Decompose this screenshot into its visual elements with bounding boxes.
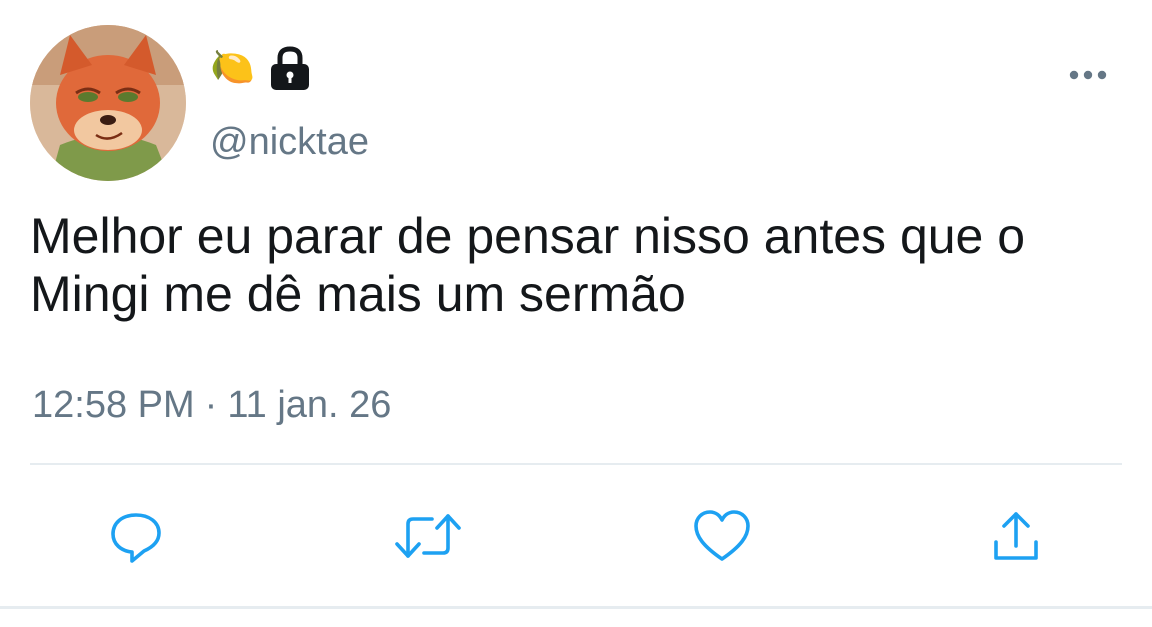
more-options-icon[interactable]: [1066, 62, 1110, 88]
heart-icon: [694, 510, 750, 561]
retweet-icon: [395, 514, 461, 558]
tweet-timestamp[interactable]: 12:58 PM · 11 jan. 26: [32, 381, 391, 429]
retweet-button[interactable]: [392, 500, 464, 572]
tweet-time: 12:58 PM: [32, 384, 195, 426]
divider: [30, 463, 1122, 465]
like-button[interactable]: [686, 500, 758, 572]
reply-button[interactable]: [100, 500, 172, 572]
tweet-card: 🍋 @nicktae Melhor eu parar de pensar nis…: [0, 0, 1152, 627]
avatar[interactable]: [30, 25, 186, 181]
reply-icon: [111, 513, 161, 563]
display-name[interactable]: 🍋: [210, 46, 315, 90]
tweet-date: 11 jan. 26: [227, 384, 392, 426]
share-button[interactable]: [980, 500, 1052, 572]
action-bar: [0, 500, 1152, 572]
lemon-emoji: 🍋: [210, 47, 255, 88]
tweet-text: Melhor eu parar de pensar nisso antes qu…: [30, 208, 1026, 322]
lock-icon: [265, 45, 315, 91]
divider-bottom: [0, 606, 1152, 609]
share-icon: [994, 512, 1038, 560]
user-handle[interactable]: @nicktae: [210, 118, 369, 166]
avatar-fox-image: [30, 25, 186, 181]
meta-separator: ·: [204, 384, 218, 426]
